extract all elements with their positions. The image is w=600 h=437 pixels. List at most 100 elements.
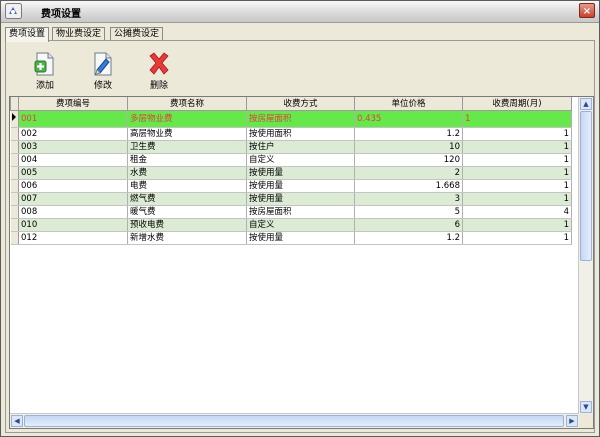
tab-shared-fee[interactable]: 公摊费设定: [110, 27, 164, 41]
cell-price[interactable]: 1.668: [354, 179, 463, 193]
cell-period[interactable]: 1: [462, 110, 572, 128]
row-indicator: [10, 127, 19, 141]
table-row[interactable]: 008 暖气费 按房屋面积 5 4: [10, 205, 572, 219]
cell-method[interactable]: 自定义: [246, 153, 355, 167]
table-row[interactable]: 001 多层物业费 按房屋面积 0.435 1: [10, 110, 572, 128]
column-header-method[interactable]: 收费方式: [246, 97, 355, 111]
horizontal-scroll-thumb[interactable]: [24, 415, 564, 427]
cell-period[interactable]: 1: [462, 192, 572, 206]
cell-name[interactable]: 暖气费: [127, 205, 247, 219]
scroll-up-icon[interactable]: ▲: [580, 98, 592, 110]
table-row[interactable]: 003 卫生费 按住户 10 1: [10, 140, 572, 154]
cell-code[interactable]: 010: [18, 218, 128, 232]
cell-code[interactable]: 004: [18, 153, 128, 167]
cell-period[interactable]: 1: [462, 166, 572, 180]
window-title: 费项设置: [41, 9, 81, 20]
cell-name[interactable]: 高层物业费: [127, 127, 247, 141]
cell-method[interactable]: 按使用量: [246, 179, 355, 193]
app-icon[interactable]: [5, 3, 22, 19]
table-row[interactable]: 010 预收电费 自定义 6 1: [10, 218, 572, 232]
table-row[interactable]: 006 电费 按使用量 1.668 1: [10, 179, 572, 193]
current-row-arrow-icon: [10, 110, 19, 128]
cell-name[interactable]: 新增水费: [127, 231, 247, 245]
cell-period[interactable]: 1: [462, 231, 572, 245]
cell-price[interactable]: 1.2: [354, 127, 463, 141]
cell-method[interactable]: 自定义: [246, 218, 355, 232]
cell-method[interactable]: 按使用面积: [246, 127, 355, 141]
fee-items-table: 费项编号 费项名称 收费方式 单位价格 收费周期(月) 001 多层物业费 按房…: [10, 97, 572, 245]
row-indicator: [10, 179, 19, 193]
cell-code[interactable]: 007: [18, 192, 128, 206]
edit-button[interactable]: 修改: [83, 51, 123, 93]
row-indicator: [10, 231, 19, 245]
cell-price[interactable]: 5: [354, 205, 463, 219]
cell-code[interactable]: 005: [18, 166, 128, 180]
tab-property-fee[interactable]: 物业费设定: [52, 27, 106, 41]
cell-period[interactable]: 1: [462, 140, 572, 154]
row-indicator: [10, 153, 19, 167]
cell-name[interactable]: 电费: [127, 179, 247, 193]
scroll-down-icon[interactable]: ▼: [580, 401, 592, 413]
scroll-left-icon[interactable]: ◀: [11, 415, 23, 427]
delete-label: 删除: [149, 81, 168, 91]
cell-price[interactable]: 0.435: [354, 110, 463, 128]
cell-method[interactable]: 按住户: [246, 140, 355, 154]
row-indicator: [10, 166, 19, 180]
cell-code[interactable]: 008: [18, 205, 128, 219]
table-header-row: 费项编号 费项名称 收费方式 单位价格 收费周期(月): [10, 97, 572, 111]
cell-code[interactable]: 006: [18, 179, 128, 193]
cell-price[interactable]: 2: [354, 166, 463, 180]
cell-name[interactable]: 多层物业费: [127, 110, 247, 128]
cell-name[interactable]: 预收电费: [127, 218, 247, 232]
cell-code[interactable]: 003: [18, 140, 128, 154]
horizontal-scrollbar[interactable]: ◀ ▶: [10, 413, 579, 428]
cell-price[interactable]: 10: [354, 140, 463, 154]
table-row[interactable]: 004 租金 自定义 120 1: [10, 153, 572, 167]
cell-period[interactable]: 1: [462, 179, 572, 193]
table-row[interactable]: 007 燃气费 按使用量 3 1: [10, 192, 572, 206]
cell-code[interactable]: 002: [18, 127, 128, 141]
delete-x-icon: [149, 52, 169, 75]
tab-fee-settings[interactable]: 费项设置: [5, 27, 50, 42]
cell-code[interactable]: 012: [18, 231, 128, 245]
table-row[interactable]: 005 水费 按使用量 2 1: [10, 166, 572, 180]
cell-method[interactable]: 按房屋面积: [246, 110, 355, 128]
cell-code[interactable]: 001: [18, 110, 128, 128]
cell-name[interactable]: 卫生费: [127, 140, 247, 154]
scrollbar-corner: [579, 414, 593, 428]
column-header-code[interactable]: 费项编号: [18, 97, 128, 111]
cell-period[interactable]: 1: [462, 153, 572, 167]
cell-period[interactable]: 1: [462, 127, 572, 141]
row-indicator: [10, 205, 19, 219]
add-button[interactable]: 添加: [25, 51, 65, 93]
column-header-period[interactable]: 收费周期(月): [462, 97, 572, 111]
row-indicator: [10, 218, 19, 232]
cell-period[interactable]: 4: [462, 205, 572, 219]
row-indicator: [10, 140, 19, 154]
cell-method[interactable]: 按使用量: [246, 192, 355, 206]
fee-items-grid[interactable]: 费项编号 费项名称 收费方式 单位价格 收费周期(月) 001 多层物业费 按房…: [9, 96, 594, 429]
vertical-scrollbar[interactable]: ▲ ▼: [578, 97, 593, 414]
column-header-name[interactable]: 费项名称: [127, 97, 247, 111]
cell-price[interactable]: 1.2: [354, 231, 463, 245]
table-row[interactable]: 002 高层物业费 按使用面积 1.2 1: [10, 127, 572, 141]
vertical-scroll-thumb[interactable]: [580, 111, 592, 261]
table-row[interactable]: 012 新增水费 按使用量 1.2 1: [10, 231, 572, 245]
cell-price[interactable]: 120: [354, 153, 463, 167]
scroll-right-icon[interactable]: ▶: [566, 415, 578, 427]
cell-price[interactable]: 3: [354, 192, 463, 206]
add-label: 添加: [35, 81, 54, 91]
cell-name[interactable]: 燃气费: [127, 192, 247, 206]
column-header-price[interactable]: 单位价格: [354, 97, 463, 111]
delete-button[interactable]: 删除: [139, 51, 179, 93]
cell-name[interactable]: 租金: [127, 153, 247, 167]
cell-name[interactable]: 水费: [127, 166, 247, 180]
close-button[interactable]: ×: [579, 3, 595, 18]
fee-settings-window: 费项设置 × 费项设置 物业费设定 公摊费设定 添加 修改 删除 费项编号 费项…: [0, 0, 600, 437]
cell-price[interactable]: 6: [354, 218, 463, 232]
title-bar[interactable]: 费项设置 ×: [1, 1, 599, 23]
cell-period[interactable]: 1: [462, 218, 572, 232]
cell-method[interactable]: 按使用量: [246, 231, 355, 245]
cell-method[interactable]: 按房屋面积: [246, 205, 355, 219]
cell-method[interactable]: 按使用量: [246, 166, 355, 180]
